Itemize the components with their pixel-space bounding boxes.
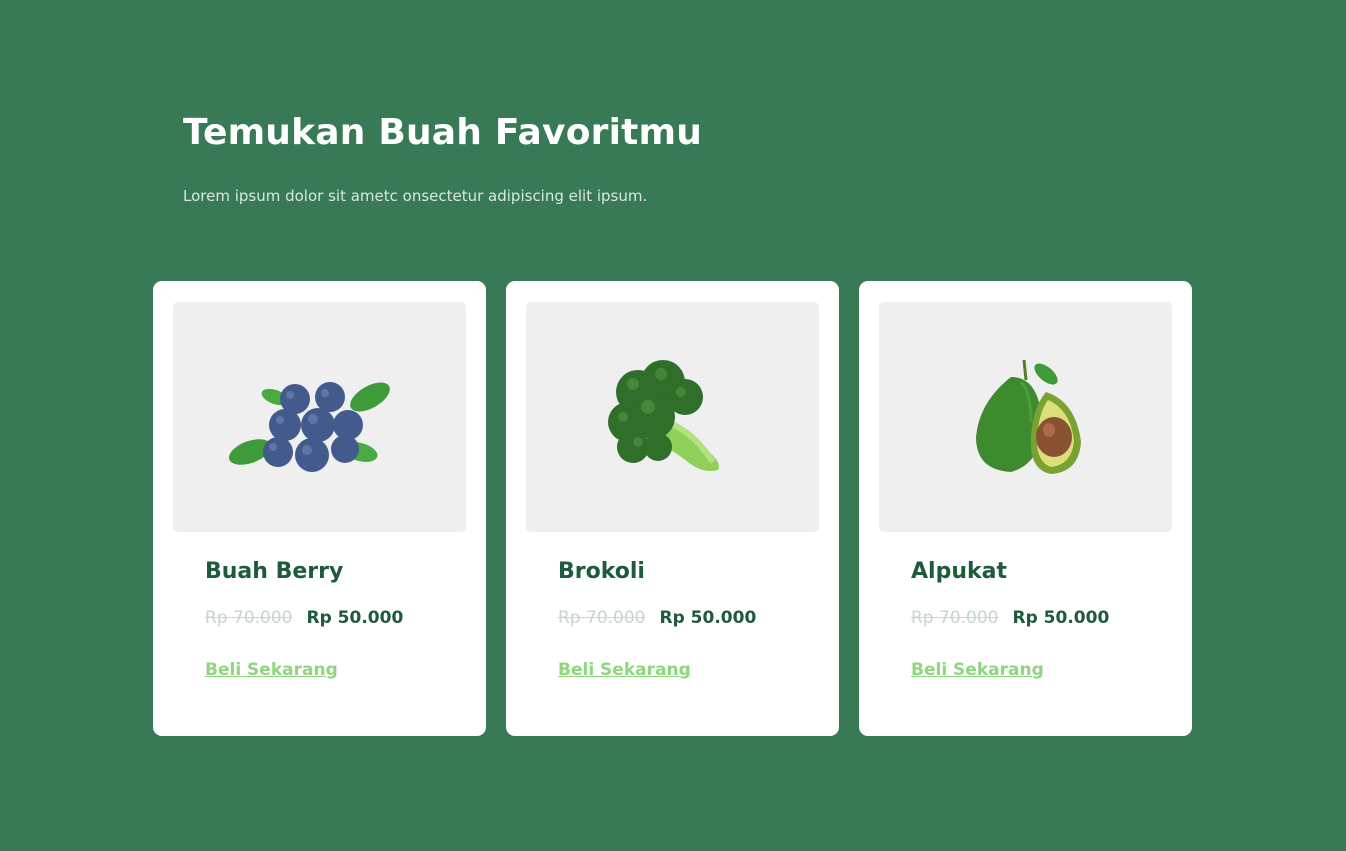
hero-title: Temukan Buah Favoritmu	[183, 112, 703, 153]
hero-section: Temukan Buah Favoritmu Lorem ipsum dolor…	[183, 112, 702, 205]
buy-now-link[interactable]: Beli Sekarang	[205, 660, 338, 680]
old-price: Rp 70.000	[911, 608, 999, 628]
product-card-broccoli: Brokoli Rp 70.000 Rp 50.000 Beli Sekaran…	[506, 281, 839, 736]
product-image-box	[173, 302, 466, 532]
new-price: Rp 50.000	[1012, 608, 1110, 628]
product-card-avocado: Alpukat Rp 70.000 Rp 50.000 Beli Sekaran…	[859, 281, 1192, 736]
product-info: Alpukat Rp 70.000 Rp 50.000 Beli Sekaran…	[911, 559, 1109, 680]
price-row: Rp 70.000 Rp 50.000	[558, 608, 756, 628]
blueberries-image	[228, 382, 390, 472]
avocado-image	[975, 359, 1081, 474]
product-title: Buah Berry	[205, 559, 344, 584]
product-card-berry: Buah Berry Rp 70.000 Rp 50.000 Beli Seka…	[153, 281, 486, 736]
product-list: Buah Berry Rp 70.000 Rp 50.000 Beli Seka…	[153, 281, 1192, 736]
old-price: Rp 70.000	[558, 608, 646, 628]
buy-now-link[interactable]: Beli Sekarang	[558, 660, 691, 680]
product-title: Alpukat	[911, 559, 1007, 584]
product-image-box	[526, 302, 819, 532]
price-row: Rp 70.000 Rp 50.000	[911, 608, 1109, 628]
product-title: Brokoli	[558, 559, 645, 584]
old-price: Rp 70.000	[205, 608, 293, 628]
product-info: Buah Berry Rp 70.000 Rp 50.000 Beli Seka…	[205, 559, 403, 680]
price-row: Rp 70.000 Rp 50.000	[205, 608, 403, 628]
broccoli-image	[607, 360, 719, 471]
new-price: Rp 50.000	[659, 608, 757, 628]
hero-subtitle: Lorem ipsum dolor sit ametc onsectetur a…	[183, 187, 648, 205]
product-image-box	[879, 302, 1172, 532]
new-price: Rp 50.000	[306, 608, 404, 628]
product-info: Brokoli Rp 70.000 Rp 50.000 Beli Sekaran…	[558, 559, 756, 680]
buy-now-link[interactable]: Beli Sekarang	[911, 660, 1044, 680]
